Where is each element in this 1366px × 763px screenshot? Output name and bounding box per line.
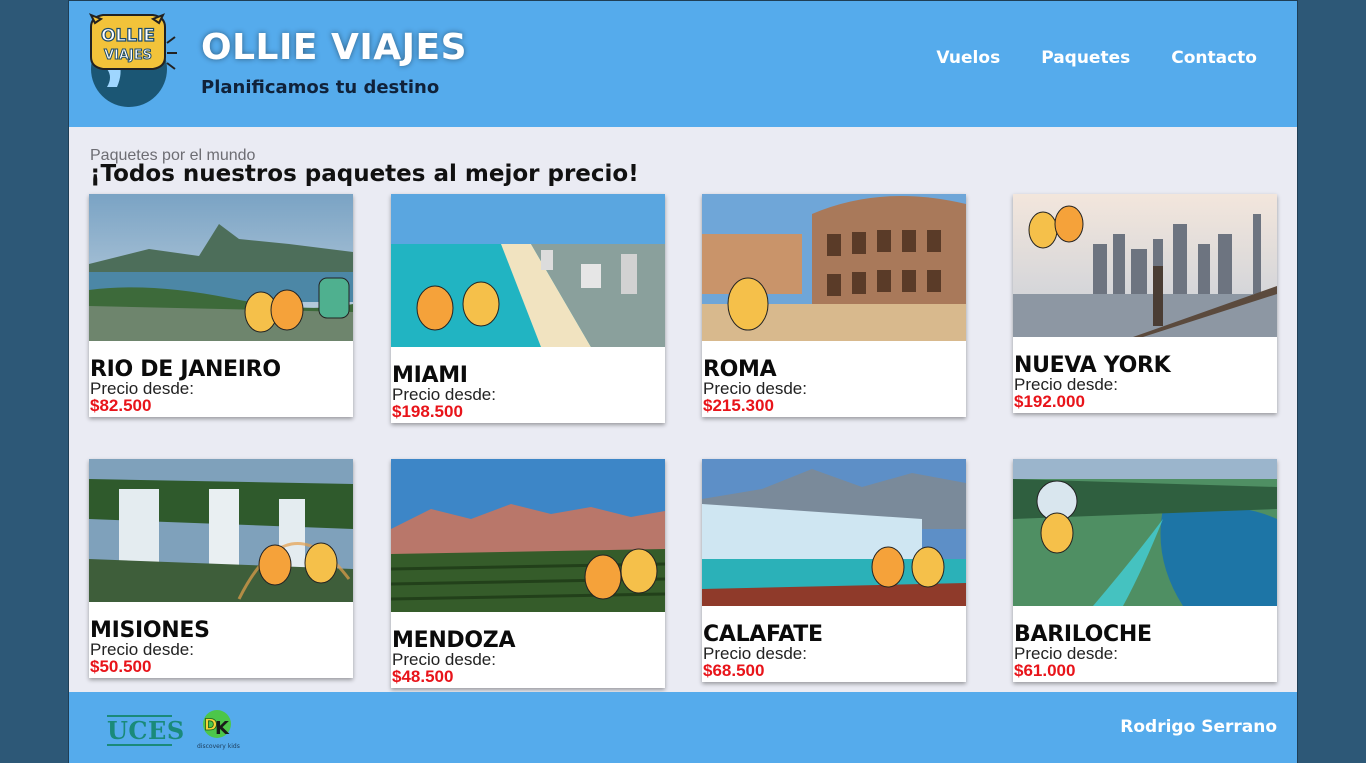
price-from-label: Precio desde: — [392, 650, 496, 669]
package-price: $50.500 — [90, 657, 152, 676]
calafate-photo — [702, 459, 966, 606]
svg-text:VIAJES: VIAJES — [104, 48, 152, 63]
misiones-photo — [89, 459, 353, 602]
price-from-label: Precio desde: — [392, 385, 496, 404]
uces-logo-line-bottom — [107, 744, 172, 746]
price-from-label: Precio desde: — [703, 644, 807, 663]
package-card-mendoza[interactable]: MENDOZA Precio desde: $48.500 — [391, 459, 665, 688]
miami-photo — [391, 194, 665, 347]
mendoza-photo — [391, 459, 665, 612]
package-card-miami[interactable]: MIAMI Precio desde: $198.500 — [391, 194, 665, 423]
site-footer: UCES D K discovery kids Rodrigo Serrano — [69, 692, 1297, 763]
roma-photo — [702, 194, 966, 341]
svg-text:discovery kids: discovery kids — [197, 743, 240, 750]
package-card-rio[interactable]: RIO DE JANEIRO Precio desde: $82.500 — [89, 194, 353, 417]
uces-logo-line-top — [107, 715, 172, 717]
ollie-viajes-logo[interactable]: OLLIE VIAJES — [85, 13, 181, 109]
nav-link-contacto[interactable]: Contacto — [1171, 48, 1257, 68]
price-from-label: Precio desde: — [1014, 644, 1118, 663]
price-from-label: Precio desde: — [703, 379, 807, 398]
package-price: $198.500 — [392, 402, 463, 421]
price-from-label: Precio desde: — [1014, 375, 1118, 394]
nav-link-paquetes[interactable]: Paquetes — [1041, 48, 1130, 68]
price-from-label: Precio desde: — [90, 379, 194, 398]
svg-text:OLLIE: OLLIE — [101, 26, 155, 46]
package-price: $192.000 — [1014, 392, 1085, 411]
package-card-bariloche[interactable]: BARILOCHE Precio desde: $61.000 — [1013, 459, 1277, 682]
rio-photo — [89, 194, 353, 341]
package-card-misiones[interactable]: MISIONES Precio desde: $50.500 — [89, 459, 353, 678]
nueva-york-photo — [1013, 194, 1277, 337]
section-title: ¡Todos nuestros paquetes al mejor precio… — [90, 161, 639, 187]
package-card-roma[interactable]: ROMA Precio desde: $215.300 — [702, 194, 966, 417]
price-from-label: Precio desde: — [90, 640, 194, 659]
package-price: $48.500 — [392, 667, 454, 686]
package-price: $68.500 — [703, 661, 765, 680]
package-card-nueva-york[interactable]: NUEVA YORK Precio desde: $192.000 — [1013, 194, 1277, 413]
bariloche-photo — [1013, 459, 1277, 606]
package-card-calafate[interactable]: CALAFATE Precio desde: $68.500 — [702, 459, 966, 682]
package-price: $61.000 — [1014, 661, 1076, 680]
package-price: $215.300 — [703, 396, 774, 415]
brand-subtitle: Planificamos tu destino — [201, 77, 440, 98]
discovery-kids-logo[interactable]: D K discovery kids — [195, 708, 245, 752]
uces-logo[interactable]: UCES — [107, 716, 185, 745]
package-price: $82.500 — [90, 396, 152, 415]
nav-link-vuelos[interactable]: Vuelos — [936, 48, 1000, 68]
brand-title: OLLIE VIAJES — [201, 27, 468, 68]
site-header: OLLIE VIAJES OLLIE VIAJES Planificamos t… — [69, 1, 1297, 127]
page: OLLIE VIAJES OLLIE VIAJES Planificamos t… — [68, 0, 1298, 763]
svg-text:K: K — [215, 718, 230, 739]
main-nav: Vuelos Paquetes Contacto — [936, 48, 1257, 68]
author-name: Rodrigo Serrano — [1120, 717, 1277, 737]
